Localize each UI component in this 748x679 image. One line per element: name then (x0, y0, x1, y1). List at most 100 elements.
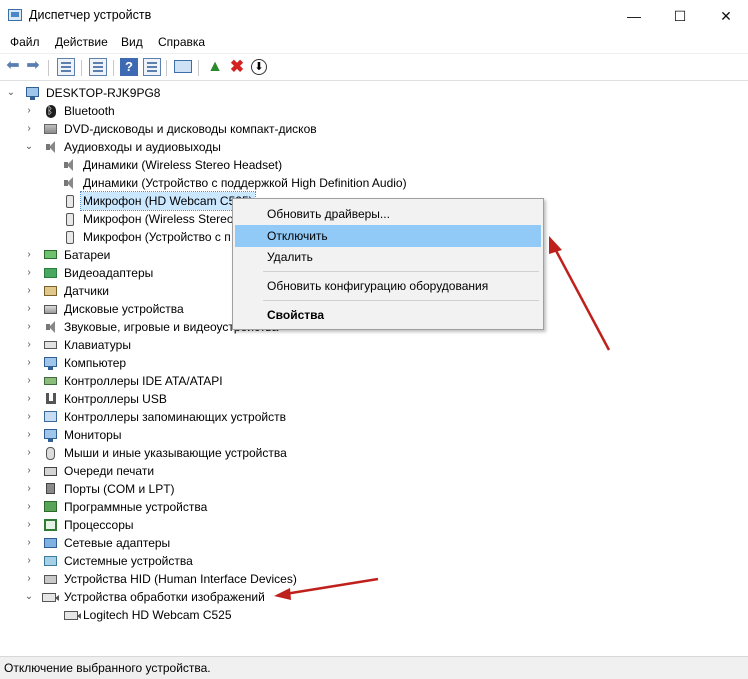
toolbar-separator (198, 60, 199, 76)
uninstall-icon[interactable]: ✖ (228, 58, 246, 76)
printer-icon (44, 467, 57, 476)
close-button[interactable]: ✕ (716, 6, 736, 26)
tree-item-label: Контроллеры USB (64, 392, 167, 406)
chevron-right-icon[interactable]: › (24, 498, 34, 516)
maximize-button[interactable]: ☐ (670, 6, 690, 26)
computer-icon (26, 87, 39, 100)
tree-item-label: Очереди печати (64, 464, 155, 478)
camera-icon (64, 611, 81, 620)
tree-item-label: Компьютер (64, 356, 127, 370)
device-manager-icon (8, 9, 22, 21)
chevron-right-icon[interactable]: › (24, 246, 34, 264)
chevron-down-icon[interactable]: ⌄ (24, 588, 34, 606)
tree-item-label-selected: Микрофон (HD Webcam C525) (80, 191, 256, 211)
menu-view[interactable]: Вид (121, 35, 143, 49)
chevron-right-icon[interactable]: › (24, 516, 34, 534)
tree-item-label: Аудиовходы и аудиовыходы (64, 140, 221, 154)
tree-item-label: Устройства обработки изображений (64, 590, 265, 604)
tree-item-label: Мониторы (64, 428, 122, 442)
chevron-right-icon[interactable]: › (24, 354, 34, 372)
back-arrow-icon[interactable]: ⬅ (4, 58, 22, 76)
speaker-icon (46, 321, 56, 333)
system-device-icon (44, 556, 57, 566)
chevron-right-icon[interactable]: › (24, 102, 34, 120)
chevron-right-icon[interactable]: › (24, 318, 34, 336)
tree-item-label: Клавиатуры (64, 338, 131, 352)
tree-item-label: Системные устройства (64, 554, 193, 568)
display-adapter-icon (44, 268, 57, 278)
chevron-right-icon[interactable]: › (24, 426, 34, 444)
speaker-icon (64, 159, 74, 171)
chevron-right-icon[interactable]: › (24, 552, 34, 570)
chevron-down-icon[interactable]: ⌄ (24, 138, 34, 156)
speaker-icon (64, 177, 74, 189)
network-adapter-icon (44, 538, 57, 548)
tree-item-label: Процессоры (64, 518, 134, 532)
menu-item-scan-hardware[interactable]: Обновить конфигурацию оборудования (235, 275, 541, 297)
chevron-right-icon[interactable]: › (24, 300, 34, 318)
chevron-right-icon[interactable]: › (24, 480, 34, 498)
tree-item-label: Видеоадаптеры (64, 266, 154, 280)
status-text: Отключение выбранного устройства. (4, 661, 211, 675)
tree-item-label: Bluetooth (64, 104, 115, 118)
menu-item-disable[interactable]: Отключить (235, 225, 541, 247)
chevron-right-icon[interactable]: › (24, 390, 34, 408)
bluetooth-icon (46, 103, 56, 121)
usb-icon (46, 393, 56, 404)
menu-item-uninstall[interactable]: Удалить (235, 246, 541, 268)
status-bar: Отключение выбранного устройства. (0, 656, 748, 679)
chevron-right-icon[interactable]: › (24, 408, 34, 426)
toolbar-separator (81, 60, 82, 76)
menu-file[interactable]: Файл (10, 35, 40, 49)
port-icon (46, 483, 55, 494)
menu-help[interactable]: Справка (158, 35, 205, 49)
hid-icon (44, 575, 57, 584)
chevron-right-icon[interactable]: › (24, 444, 34, 462)
menu-item-properties[interactable]: Свойства (235, 304, 541, 326)
monitor-icon (44, 429, 57, 442)
menu-action[interactable]: Действие (55, 35, 108, 49)
microphone-icon (66, 213, 74, 226)
chevron-right-icon[interactable]: › (24, 264, 34, 282)
forward-arrow-icon[interactable]: ➡ (24, 58, 42, 76)
computer-icon (44, 357, 57, 370)
scan-hardware-icon[interactable]: ⬇ (251, 59, 267, 75)
tree-item-label: Сетевые адаптеры (64, 536, 171, 550)
chevron-right-icon[interactable]: › (24, 336, 34, 354)
chevron-right-icon[interactable]: › (24, 372, 34, 390)
title-bar: Диспетчер устройств — ☐ ✕ (0, 0, 748, 32)
properties-icon[interactable] (57, 58, 75, 76)
monitor-icon[interactable] (174, 60, 192, 73)
chevron-right-icon[interactable]: › (24, 120, 34, 138)
tree-item-label: Контроллеры запоминающих устройств (64, 410, 286, 424)
camera-icon (42, 593, 59, 602)
tree-item-label: Программные устройства (64, 500, 208, 514)
toolbar: ⬅ ➡ ? ▲ ✖ ⬇ (0, 53, 748, 81)
menu-bar: Файл Действие Вид Справка (0, 32, 748, 52)
speaker-icon (46, 141, 56, 153)
toolbar-separator (48, 60, 49, 76)
sensor-icon (44, 286, 57, 296)
chevron-right-icon[interactable]: › (24, 570, 34, 588)
menu-divider (263, 300, 539, 301)
view-icon[interactable] (143, 58, 161, 76)
tree-item-label: Датчики (64, 284, 109, 298)
chevron-right-icon[interactable]: › (24, 282, 34, 300)
list-icon[interactable] (89, 58, 107, 76)
chevron-down-icon[interactable]: ⌄ (6, 84, 16, 102)
menu-item-update-driver[interactable]: Обновить драйверы... (235, 203, 541, 225)
window-title: Диспетчер устройств (29, 8, 152, 22)
tree-root-label: DESKTOP-RJK9PG8 (46, 86, 161, 100)
chevron-right-icon[interactable]: › (24, 534, 34, 552)
chevron-right-icon[interactable]: › (24, 462, 34, 480)
help-icon[interactable]: ? (120, 58, 138, 76)
tree-item-label: Микрофон (Устройство с п (83, 230, 231, 244)
tree-item-label: Батареи (64, 248, 111, 262)
update-driver-icon[interactable]: ▲ (206, 58, 224, 76)
processor-icon (44, 519, 57, 531)
disk-drive-icon (44, 305, 57, 314)
microphone-icon (66, 231, 74, 244)
software-device-icon (44, 501, 57, 512)
minimize-button[interactable]: — (624, 6, 644, 26)
tree-item-label: DVD-дисководы и дисководы компакт-дисков (64, 122, 317, 136)
